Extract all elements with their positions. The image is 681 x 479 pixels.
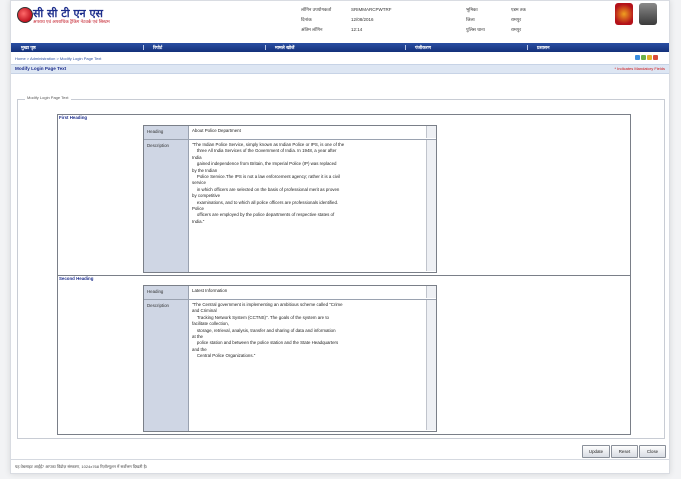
app-window: सी सी टी एन एस अपराध एवं अपराधिक ट्रैकिं… <box>10 0 670 474</box>
second-heading-input[interactable]: Latest Information <box>192 288 424 298</box>
second-heading-field-label: Heading <box>147 289 164 294</box>
help-icon[interactable] <box>635 55 640 60</box>
footer-divider <box>11 459 669 460</box>
info-value-date: 12/08/2016 <box>351 17 374 22</box>
info-label-role: भूमिका <box>466 7 478 12</box>
menu-separator <box>527 45 528 50</box>
cctns-logo-icon <box>17 7 33 23</box>
menu-item-administration[interactable]: प्रशासन <box>531 43 550 52</box>
info-label-district: जिला <box>466 17 475 22</box>
national-emblem-icon <box>639 3 657 25</box>
info-label-police-station: पुलिस थाना <box>466 27 485 32</box>
page-title: Modify Login Page Text <box>15 66 67 71</box>
logo-subtitle: अपराध एवं अपराधिक ट्रैकिंग नेटवर्क एवं स… <box>33 19 110 24</box>
info-value-district: रामपुर <box>511 17 522 22</box>
footer-note: यह वेबसाइट आईई7 आपका विंडोज़ संस्करण, 10… <box>15 464 148 469</box>
first-description-field-label: Description <box>147 143 169 148</box>
menu-item-search-cases[interactable]: मामले खोजें <box>269 43 294 52</box>
info-value-role: एडम तक <box>511 7 526 12</box>
second-description-textarea[interactable]: "The Central government is implementing … <box>192 302 424 429</box>
logout-icon[interactable] <box>653 55 658 60</box>
print-icon[interactable] <box>647 55 652 60</box>
menu-item-registration[interactable]: पंजीकरण <box>409 43 431 52</box>
second-heading-scrollbar[interactable] <box>426 286 436 298</box>
second-description-field-label: Description <box>147 303 169 308</box>
row-divider <box>144 139 436 140</box>
police-emblem-icon <box>615 3 633 25</box>
menu-separator <box>265 45 266 50</box>
update-button[interactable]: Update <box>582 445 610 458</box>
close-button[interactable]: Close <box>639 445 666 458</box>
second-heading-label: Second Heading <box>59 276 94 281</box>
first-heading-table: Heading Description About Police Departm… <box>143 125 437 273</box>
menu-separator <box>405 45 406 50</box>
breadcrumb[interactable]: Home > Administration > Modify Login Pag… <box>15 56 101 61</box>
first-heading-label: First Heading <box>59 115 88 120</box>
fieldset-legend: Modify Login Page Text <box>25 95 71 100</box>
menu-item-home[interactable]: मुख्य पृष्ठ <box>15 43 36 52</box>
info-label-last-login: अंतिम लॉगिन <box>301 27 323 32</box>
first-heading-input[interactable]: About Police Department <box>192 128 424 138</box>
mandatory-note: * Indicates Mandatory Fields <box>614 66 665 71</box>
info-value-user: SRIMMARCPWTRF <box>351 7 392 12</box>
first-heading-field-label: Heading <box>147 129 164 134</box>
first-description-textarea[interactable]: "The Indian Police Service, simply known… <box>192 142 424 270</box>
info-value-last-login: 12:14 <box>351 27 363 32</box>
second-heading-table: Heading Description Latest Information "… <box>143 285 437 432</box>
info-label-date: दिनांक <box>301 17 312 22</box>
page-title-bar: Modify Login Page Text * Indicates Manda… <box>11 64 669 74</box>
first-description-scrollbar[interactable] <box>426 140 436 271</box>
info-value-police-station: रामपुर <box>511 27 522 32</box>
reset-button[interactable]: Reset <box>611 445 638 458</box>
first-heading-scrollbar[interactable] <box>426 126 436 138</box>
row-divider <box>144 299 436 300</box>
main-menu-bar: मुख्य पृष्ठ रिपोर्ट मामले खोजें पंजीकरण … <box>11 43 669 52</box>
menu-item-reports[interactable]: रिपोर्ट <box>147 43 162 52</box>
second-description-scrollbar[interactable] <box>426 300 436 430</box>
home-icon[interactable] <box>641 55 646 60</box>
info-label-user: लॉगिन उपयोगकर्ता <box>301 7 332 12</box>
menu-separator <box>143 45 144 50</box>
